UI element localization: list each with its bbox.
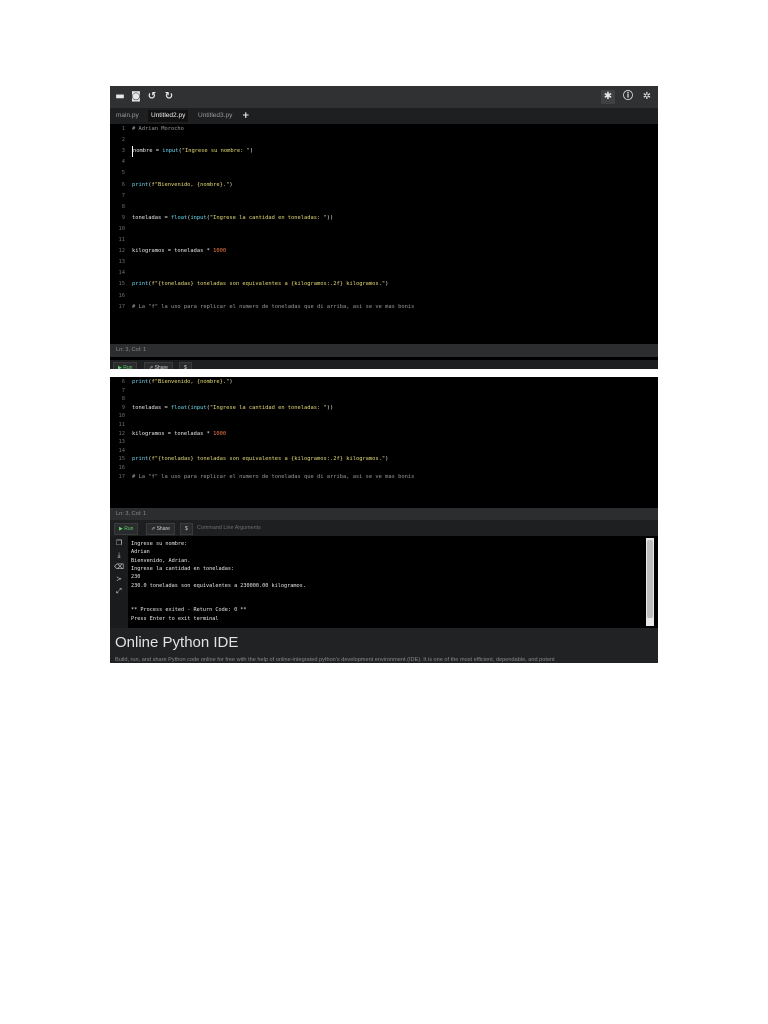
code-line[interactable]: 5 — [110, 168, 658, 179]
code-line[interactable]: 8 — [110, 202, 658, 213]
undo-icon[interactable]: ↺ — [145, 90, 159, 104]
code-editor-scrolled[interactable]: 6 print(f"Bienvenido, {nombre}.") 7 8 9 tonel… — [110, 377, 658, 507]
editor-screenshot-top: ▬ ◙ ↺ ↻ ✱ ⓘ ✲ main.py Untitled2.py Untit… — [110, 86, 658, 369]
line-number: 3 — [121, 148, 125, 155]
tab-untitled3-py[interactable]: Untitled3.py — [195, 110, 235, 122]
code-text: # Adrian Morocho — [132, 126, 184, 132]
theme-icon[interactable]: ✱ — [601, 90, 615, 104]
ide-intro-section: Online Python IDE Build, run, and share … — [110, 628, 658, 663]
toolbar: ▬ ◙ ↺ ↻ ✱ ⓘ ✲ — [110, 86, 658, 108]
line-number: 10 — [118, 225, 126, 232]
save-icon[interactable]: ◙ — [129, 90, 143, 104]
line-number: 12 — [118, 248, 126, 255]
terminal-line: Press Enter to exit terminal — [131, 615, 219, 622]
download-icon[interactable]: ⤓ — [114, 550, 124, 560]
line-number: 5 — [121, 170, 125, 177]
code-line[interactable]: 12 kilogramos = toneladas * 1000 — [110, 246, 658, 257]
terminal-output[interactable]: Ingrese su nombre: Adrian Bienvenido, Adri… — [128, 536, 658, 628]
status-bar: Ln: 3, Col: 1 — [110, 344, 658, 357]
terminal-icon[interactable]: ≻ — [114, 574, 124, 584]
add-tab-button[interactable]: + — [242, 109, 250, 123]
code-line[interactable]: 10 — [110, 224, 658, 235]
terminal-line: Adrian — [131, 549, 150, 556]
line-number: 4 — [121, 159, 125, 166]
stdin-button[interactable]: $ — [179, 362, 192, 369]
code-line[interactable]: 2 — [110, 135, 658, 146]
code-text: # La "f" la uso para replicar el numero … — [132, 303, 415, 310]
terminal-line: ** Process exited - Return Code: 0 ** — [131, 607, 247, 614]
share-button[interactable]: ⇗ Share — [146, 523, 175, 535]
code-line[interactable]: 17 # La "f" la uso para replicar el numer… — [110, 302, 658, 313]
settings-icon[interactable]: ✲ — [640, 90, 654, 104]
code-line[interactable]: 17 # La "f" la uso para replicar el numer… — [110, 472, 658, 483]
line-number: 2 — [121, 137, 125, 144]
code-text: toneladas = float(input("Ingrese la cant… — [132, 214, 334, 221]
run-button[interactable]: ▶ Run — [114, 523, 139, 535]
code-text: nombre = input("Ingrese su nombre: ") — [132, 146, 253, 158]
share-button[interactable]: ⇗ Share — [144, 362, 173, 369]
line-number: 1 — [121, 126, 125, 132]
code-line[interactable]: 7 — [110, 191, 658, 202]
ide-paragraph: Build, run, and share Python code online… — [115, 657, 555, 663]
run-bar-partial: ▶ Run ⇗ Share $ — [110, 360, 658, 369]
status-bar: Ln: 3, Col: 1 — [110, 508, 658, 520]
run-bar: ▶ Run ⇗ Share $ Command Line Arguments — [110, 520, 658, 536]
line-number: 6 — [121, 181, 125, 188]
code-line[interactable]: 15 print(f"{toneladas} toneladas son equi… — [110, 279, 658, 290]
code-text: kilogramos = toneladas * 1000 — [132, 248, 227, 255]
code-line[interactable]: 3 nombre = input("Ingrese su nombre: ") — [110, 146, 658, 158]
code-editor[interactable]: 1 # Adrian Morocho 2 3 nombre = input("Ingre… — [110, 124, 658, 342]
terminal-line: Bienvenido, Adrian. — [131, 557, 191, 564]
redo-icon[interactable]: ↻ — [162, 90, 176, 104]
stdin-button[interactable]: $ — [180, 523, 193, 535]
run-button[interactable]: ▶ Run — [113, 362, 138, 369]
code-line[interactable]: 11 — [110, 235, 658, 246]
code-line[interactable]: 14 — [110, 268, 658, 279]
expand-icon[interactable]: ⤢ — [114, 586, 124, 596]
code-line[interactable]: 4 — [110, 157, 658, 168]
line-number: 9 — [121, 214, 125, 221]
tab-main-py[interactable]: main.py — [113, 110, 142, 122]
tab-untitled2-py[interactable]: Untitled2.py — [148, 110, 189, 122]
line-number: 13 — [118, 259, 126, 266]
line-number: 8 — [121, 203, 125, 210]
terminal-sidebar: ❐ ⤓ ⌫ ≻ ⤢ — [110, 536, 128, 628]
file-tabs: main.py Untitled2.py Untitled3.py + — [110, 108, 658, 124]
info-icon[interactable]: ⓘ — [621, 90, 635, 104]
line-number: 17 — [118, 303, 126, 310]
terminal-scrollbar[interactable] — [647, 540, 653, 618]
line-number: 11 — [118, 237, 126, 243]
line-number: 15 — [118, 281, 126, 288]
terminal-line: Ingrese la cantidad en toneladas: — [131, 565, 235, 572]
code-text: # La "f" la uso para replicar el numero … — [132, 473, 415, 480]
line-number: 14 — [118, 270, 126, 277]
code-line[interactable]: 1 # Adrian Morocho — [110, 124, 658, 135]
line-number: 7 — [121, 192, 125, 199]
code-line[interactable]: 6 print(f"Bienvenido, {nombre}.") — [110, 180, 658, 191]
code-line[interactable]: 16 — [110, 291, 658, 302]
code-text: print(f"Bienvenido, {nombre}.") — [132, 181, 233, 188]
terminal-line: Ingrese su nombre: — [131, 541, 188, 547]
code-line[interactable]: 13 — [110, 257, 658, 268]
code-line[interactable]: 9 toneladas = float(input("Ingrese la can… — [110, 213, 658, 224]
copy-icon[interactable]: ❐ — [114, 538, 124, 548]
code-text: print(f"{toneladas} toneladas son equiva… — [132, 281, 389, 288]
line-number: 16 — [118, 292, 126, 299]
command-line-args-input[interactable]: Command Line Arguments — [197, 523, 261, 533]
clear-icon[interactable]: ⌫ — [114, 562, 124, 572]
folder-icon[interactable]: ▬ — [113, 90, 127, 104]
terminal-line: 230 — [131, 574, 141, 581]
line-number: 17 — [118, 473, 126, 480]
ide-heading: Online Python IDE — [115, 634, 239, 651]
editor-screenshot-bottom: 6 print(f"Bienvenido, {nombre}.") 7 8 9 tonel… — [110, 377, 658, 663]
terminal-line: 230.0 toneladas son equivalentes a 23000… — [131, 582, 306, 589]
